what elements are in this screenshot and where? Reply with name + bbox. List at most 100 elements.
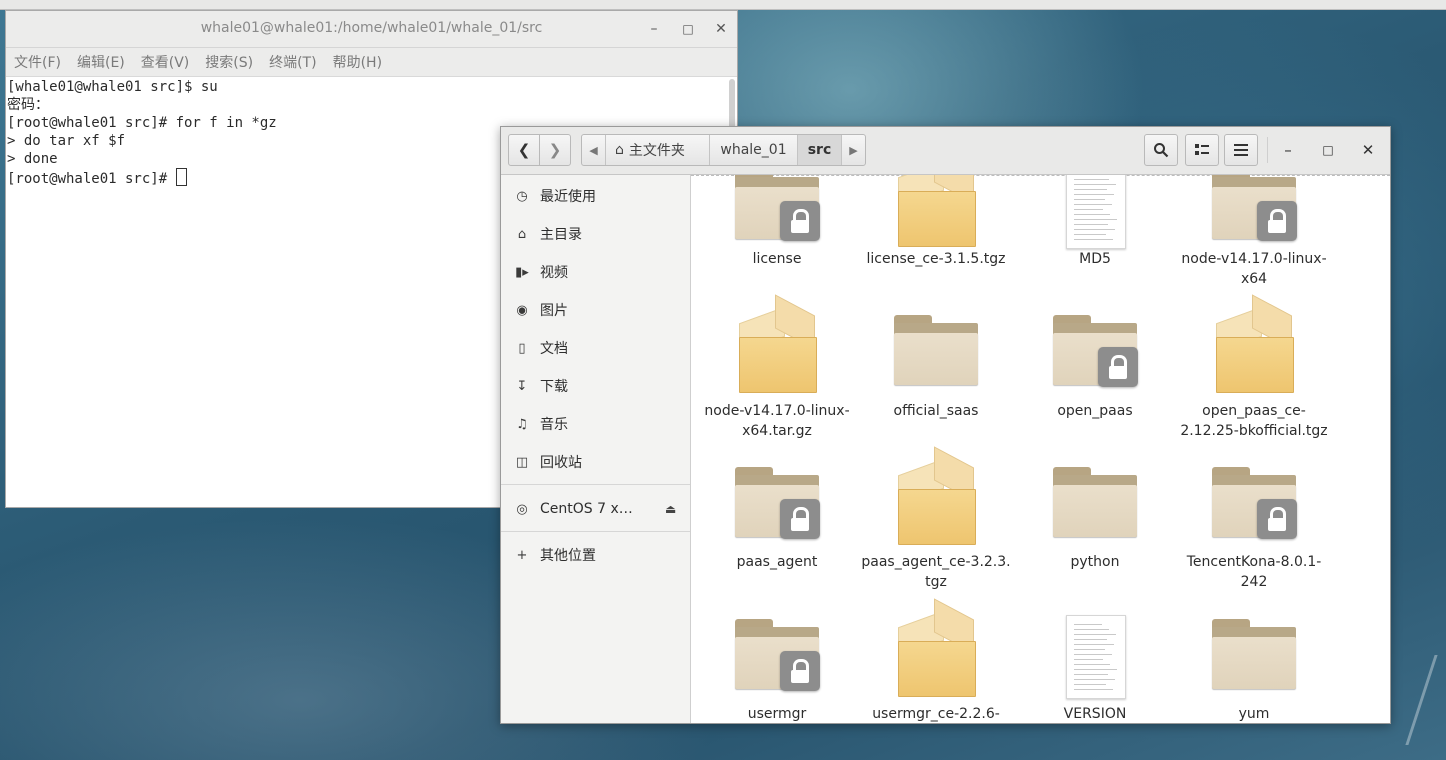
forward-button[interactable]: ❯	[539, 134, 571, 166]
header-separator	[1267, 137, 1268, 163]
sidebar-item-label: 下载	[540, 379, 568, 395]
folder-icon	[1212, 467, 1297, 539]
folder-icon	[735, 467, 820, 539]
terminal-scrollbar[interactable]	[729, 79, 735, 129]
menu-search[interactable]: 搜索(S)	[205, 52, 253, 72]
file-item-label: node-v14.17.0-linux-	[704, 403, 850, 419]
terminal-menubar: 文件(F) 编辑(E) 查看(V) 搜索(S) 终端(T) 帮助(H)	[6, 48, 737, 77]
sidebar-item-label: 文档	[540, 341, 568, 357]
back-button[interactable]: ❮	[508, 134, 540, 166]
lock-icon	[780, 499, 820, 539]
file-item-label: MD5	[1079, 251, 1111, 267]
minimize-button[interactable]: –	[1277, 139, 1299, 161]
file-item-label: x64	[1240, 271, 1268, 287]
file-item-label: 2.12.25-bkofficial.tgz	[1180, 423, 1328, 439]
menu-button[interactable]	[1224, 134, 1258, 166]
sidebar-item-music[interactable]: ♫ 音乐	[513, 411, 568, 437]
maximize-button[interactable]: □	[1317, 139, 1339, 161]
search-button[interactable]	[1144, 134, 1178, 166]
disc-icon: ◎	[516, 501, 528, 517]
lock-body	[791, 670, 809, 683]
menu-file[interactable]: 文件(F)	[14, 52, 61, 72]
archive-body	[739, 337, 817, 393]
lock-icon	[1098, 347, 1138, 387]
file-item-label: tgz	[925, 574, 947, 590]
lock-icon	[1257, 499, 1297, 539]
menu-edit[interactable]: 编辑(E)	[77, 52, 125, 72]
eject-icon[interactable]: ⏏	[665, 502, 676, 516]
maximize-icon: □	[1322, 143, 1334, 157]
terminal-cursor	[175, 168, 187, 186]
path-home-label: 主文件夹	[628, 143, 685, 159]
text-line-decoration	[1074, 189, 1107, 190]
menu-view[interactable]: 查看(V)	[141, 52, 190, 72]
file-grid[interactable]: license license_ce-3.1.5.tgz MD5 node-v14.1…	[691, 175, 1390, 723]
camera-icon: ◉	[516, 302, 528, 318]
lock-icon	[780, 651, 820, 691]
text-line-decoration	[1074, 229, 1115, 230]
folder-icon	[1212, 175, 1297, 241]
path-segment-src[interactable]: src	[798, 135, 842, 165]
sidebar-item-other-locations[interactable]: + 其他位置	[513, 542, 596, 568]
text-line-decoration	[1074, 639, 1107, 640]
text-line-decoration	[1074, 629, 1109, 630]
file-manager-headerbar[interactable]: ❮ ❯ ◀ ⌂ 主文件夹 whale_01 src ▶ – □ ✕	[501, 127, 1390, 175]
path-scroll-left[interactable]: ◀	[582, 135, 606, 165]
chevron-right-icon: ❯	[548, 141, 562, 159]
hamburger-menu-icon	[1234, 144, 1248, 156]
archive-body	[898, 191, 976, 247]
terminal-titlebar[interactable]: whale01@whale01:/home/whale01/whale_01/s…	[6, 11, 737, 48]
view-toggle-button[interactable]	[1185, 134, 1219, 166]
text-line-decoration	[1074, 624, 1102, 625]
menu-terminal[interactable]: 终端(T)	[269, 52, 316, 72]
minimize-button[interactable]: –	[644, 19, 664, 39]
download-icon: ↧	[516, 378, 528, 394]
maximize-button[interactable]: □	[678, 19, 698, 39]
lock-body	[791, 518, 809, 531]
text-line-decoration	[1074, 224, 1108, 225]
text-line-decoration	[1074, 199, 1105, 200]
sidebar-item-label: 音乐	[540, 417, 568, 433]
folder-front	[1212, 637, 1296, 689]
file-item-label: node-v14.17.0-linux-	[1181, 251, 1327, 267]
sidebar-item-pictures[interactable]: ◉ 图片	[513, 297, 568, 323]
path-segment-whale01[interactable]: whale_01	[710, 135, 798, 165]
text-line-decoration	[1074, 204, 1112, 205]
close-button[interactable]: ✕	[1357, 139, 1379, 161]
text-line-decoration	[1074, 644, 1114, 645]
terminal-line: 密码：	[7, 97, 49, 113]
file-item-label: python	[1070, 554, 1120, 570]
sidebar-item-label: 其他位置	[540, 548, 596, 564]
sidebar-item-home[interactable]: ⌂ 主目录	[513, 221, 582, 247]
file-manager-window[interactable]: ❮ ❯ ◀ ⌂ 主文件夹 whale_01 src ▶ – □ ✕ ◷ 最近使用…	[500, 126, 1391, 724]
close-button[interactable]: ✕	[711, 19, 731, 39]
top-panel	[0, 0, 1446, 10]
text-line-decoration	[1074, 194, 1114, 195]
text-line-decoration	[1074, 654, 1112, 655]
lock-body	[1268, 518, 1286, 531]
chevron-left-icon: ❮	[517, 141, 531, 159]
file-item-label: open_paas_ce-	[1202, 403, 1306, 419]
menu-help[interactable]: 帮助(H)	[333, 52, 382, 72]
lock-body	[1268, 220, 1286, 233]
places-sidebar: ◷ 最近使用 ⌂ 主目录 ▮▸ 视频 ◉ 图片 ▯ 文档 ↧ 下载 ♫ 音乐 ◫	[501, 175, 691, 723]
file-item-label: 242	[1240, 574, 1268, 590]
terminal-title: whale01@whale01:/home/whale01/whale_01/s…	[200, 20, 543, 36]
path-home-button[interactable]: ⌂ 主文件夹	[606, 135, 710, 165]
lock-icon	[1257, 201, 1297, 241]
text-line-decoration	[1074, 679, 1115, 680]
archive-body	[898, 641, 976, 697]
file-item-label: license_ce-3.1.5.tgz	[866, 251, 1006, 267]
sidebar-item-trash[interactable]: ◫ 回收站	[513, 449, 582, 475]
sidebar-item-device[interactable]: ◎ CentOS 7 x… ⏏	[513, 496, 683, 522]
lock-icon	[780, 201, 820, 241]
file-item-label: official_saas	[893, 403, 979, 419]
sidebar-item-downloads[interactable]: ↧ 下载	[513, 373, 568, 399]
path-scroll-right[interactable]: ▶	[842, 135, 865, 165]
file-item-label: VERSION	[1063, 706, 1127, 722]
sidebar-item-videos[interactable]: ▮▸ 视频	[513, 259, 568, 285]
sidebar-item-recent[interactable]: ◷ 最近使用	[513, 183, 596, 209]
sidebar-item-documents[interactable]: ▯ 文档	[513, 335, 568, 361]
text-file-icon	[1066, 175, 1126, 249]
archive-icon	[737, 294, 817, 393]
